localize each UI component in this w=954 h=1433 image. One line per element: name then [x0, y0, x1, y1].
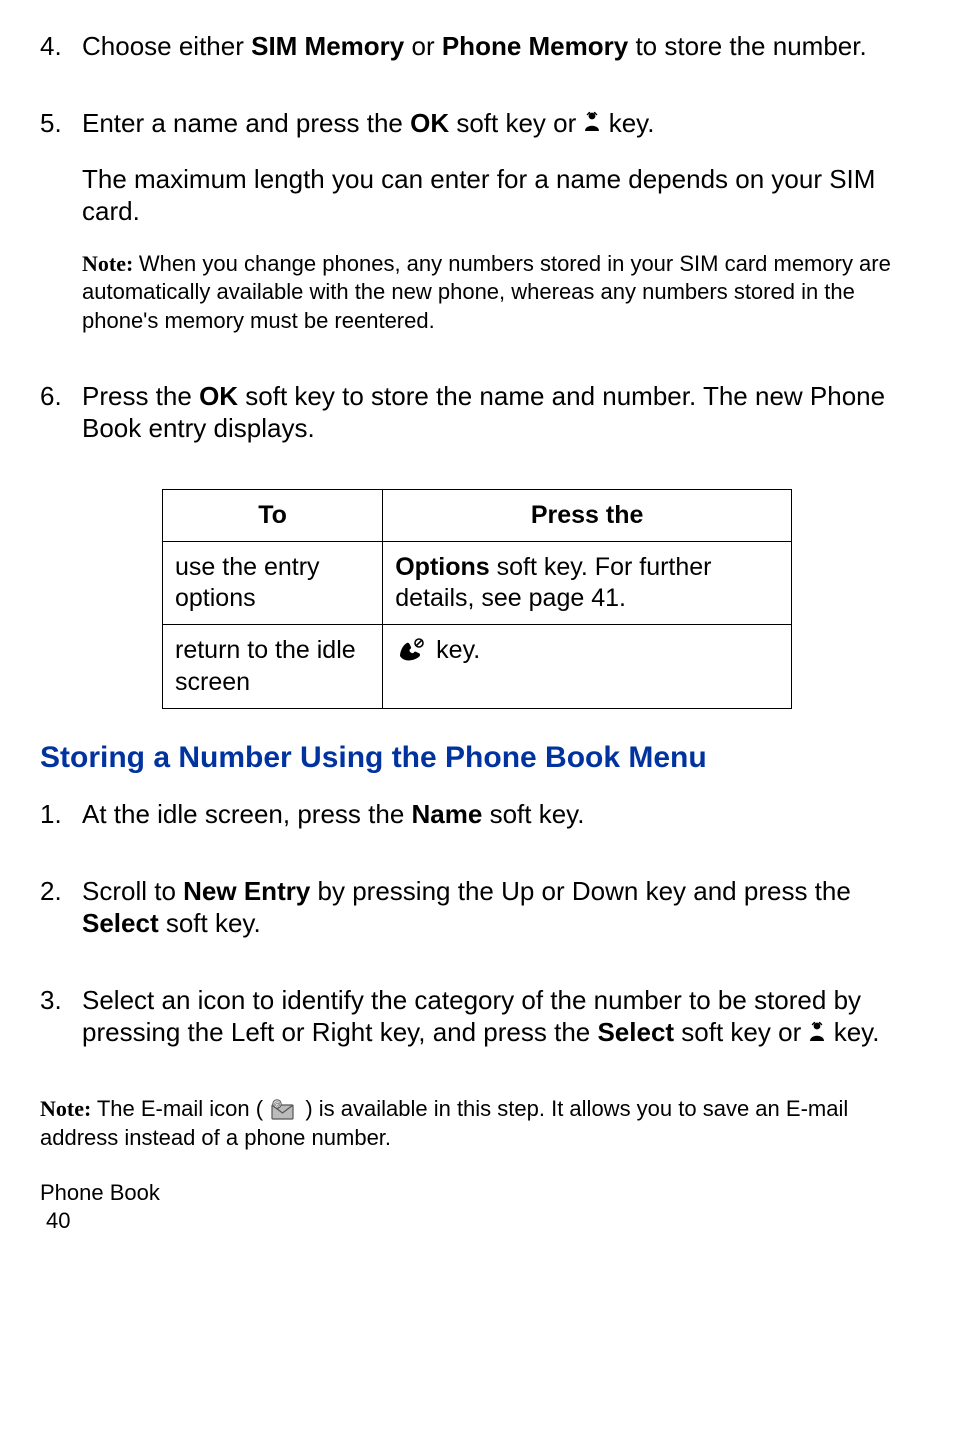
step-6: 6. Press the OK soft key to store the na…	[40, 380, 914, 467]
text: key.	[601, 108, 654, 138]
bold-text: New Entry	[183, 876, 310, 906]
text: key.	[429, 636, 480, 664]
svg-text:@: @	[274, 1102, 281, 1109]
section-heading: Storing a Number Using the Phone Book Me…	[40, 739, 914, 777]
step-body: Scroll to New Entry by pressing the Up o…	[82, 875, 914, 962]
table-header-press: Press the	[383, 489, 792, 541]
bold-text: Name	[412, 799, 483, 829]
person-key-icon	[808, 1018, 826, 1051]
note-label: Note:	[82, 251, 139, 276]
note-block: Note: When you change phones, any number…	[82, 250, 914, 336]
cell-to: use the entry options	[163, 541, 383, 625]
cell-press: Options soft key. For further details, s…	[383, 541, 792, 625]
table-header-to: To	[163, 489, 383, 541]
table-row: use the entry options Options soft key. …	[163, 541, 792, 625]
text: soft key or	[674, 1017, 808, 1047]
bold-text: Select	[597, 1017, 674, 1047]
bold-text: Options	[395, 553, 489, 581]
step-body: Enter a name and press the OK soft key o…	[82, 107, 914, 358]
action-table: To Press the use the entry options Optio…	[162, 489, 792, 709]
text: key.	[826, 1017, 879, 1047]
step-body: Select an icon to identify the category …	[82, 984, 914, 1073]
bold-text: SIM Memory	[251, 31, 404, 61]
bold-text: OK	[199, 381, 238, 411]
step-4: 4. Choose either SIM Memory or Phone Mem…	[40, 30, 914, 85]
footer-note: Note: The E-mail icon ( @ ) is available…	[40, 1095, 914, 1153]
step-body: Choose either SIM Memory or Phone Memory…	[82, 30, 914, 85]
end-call-key-icon	[395, 636, 429, 667]
step-number: 3.	[40, 984, 82, 1073]
step-continuation: The maximum length you can enter for a n…	[82, 163, 914, 228]
text: to store the number.	[628, 31, 866, 61]
text: At the idle screen, press the	[82, 799, 412, 829]
text: by pressing the Up or Down key and press…	[310, 876, 851, 906]
cell-press: key.	[383, 625, 792, 709]
step-number: 4.	[40, 30, 82, 85]
step-body: Press the OK soft key to store the name …	[82, 380, 914, 467]
step-1: 1. At the idle screen, press the Name so…	[40, 798, 914, 853]
text: The E-mail icon (	[97, 1096, 269, 1121]
text: Enter a name and press the	[82, 108, 410, 138]
note-body: When you change phones, any numbers stor…	[82, 251, 891, 333]
bold-text: Phone Memory	[442, 31, 628, 61]
step-body: At the idle screen, press the Name soft …	[82, 798, 914, 853]
text: Press the	[82, 381, 199, 411]
cell-to: return to the idle screen	[163, 625, 383, 709]
step-3: 3. Select an icon to identify the catego…	[40, 984, 914, 1073]
step-2: 2. Scroll to New Entry by pressing the U…	[40, 875, 914, 962]
text: soft key.	[482, 799, 584, 829]
email-icon: @	[269, 1096, 299, 1125]
step-number: 2.	[40, 875, 82, 962]
page-number: 40	[46, 1207, 914, 1235]
table-row: return to the idle screen key.	[163, 625, 792, 709]
running-footer: Phone Book	[40, 1179, 914, 1208]
bold-text: Select	[82, 908, 159, 938]
note-label: Note:	[40, 1096, 97, 1121]
text: Scroll to	[82, 876, 183, 906]
person-key-icon	[583, 108, 601, 141]
text: or	[404, 31, 442, 61]
text: Choose either	[82, 31, 251, 61]
step-5: 5. Enter a name and press the OK soft ke…	[40, 107, 914, 358]
step-number: 6.	[40, 380, 82, 467]
text: soft key.	[159, 908, 261, 938]
text: soft key or	[449, 108, 583, 138]
step-number: 1.	[40, 798, 82, 853]
bold-text: OK	[410, 108, 449, 138]
step-number: 5.	[40, 107, 82, 358]
